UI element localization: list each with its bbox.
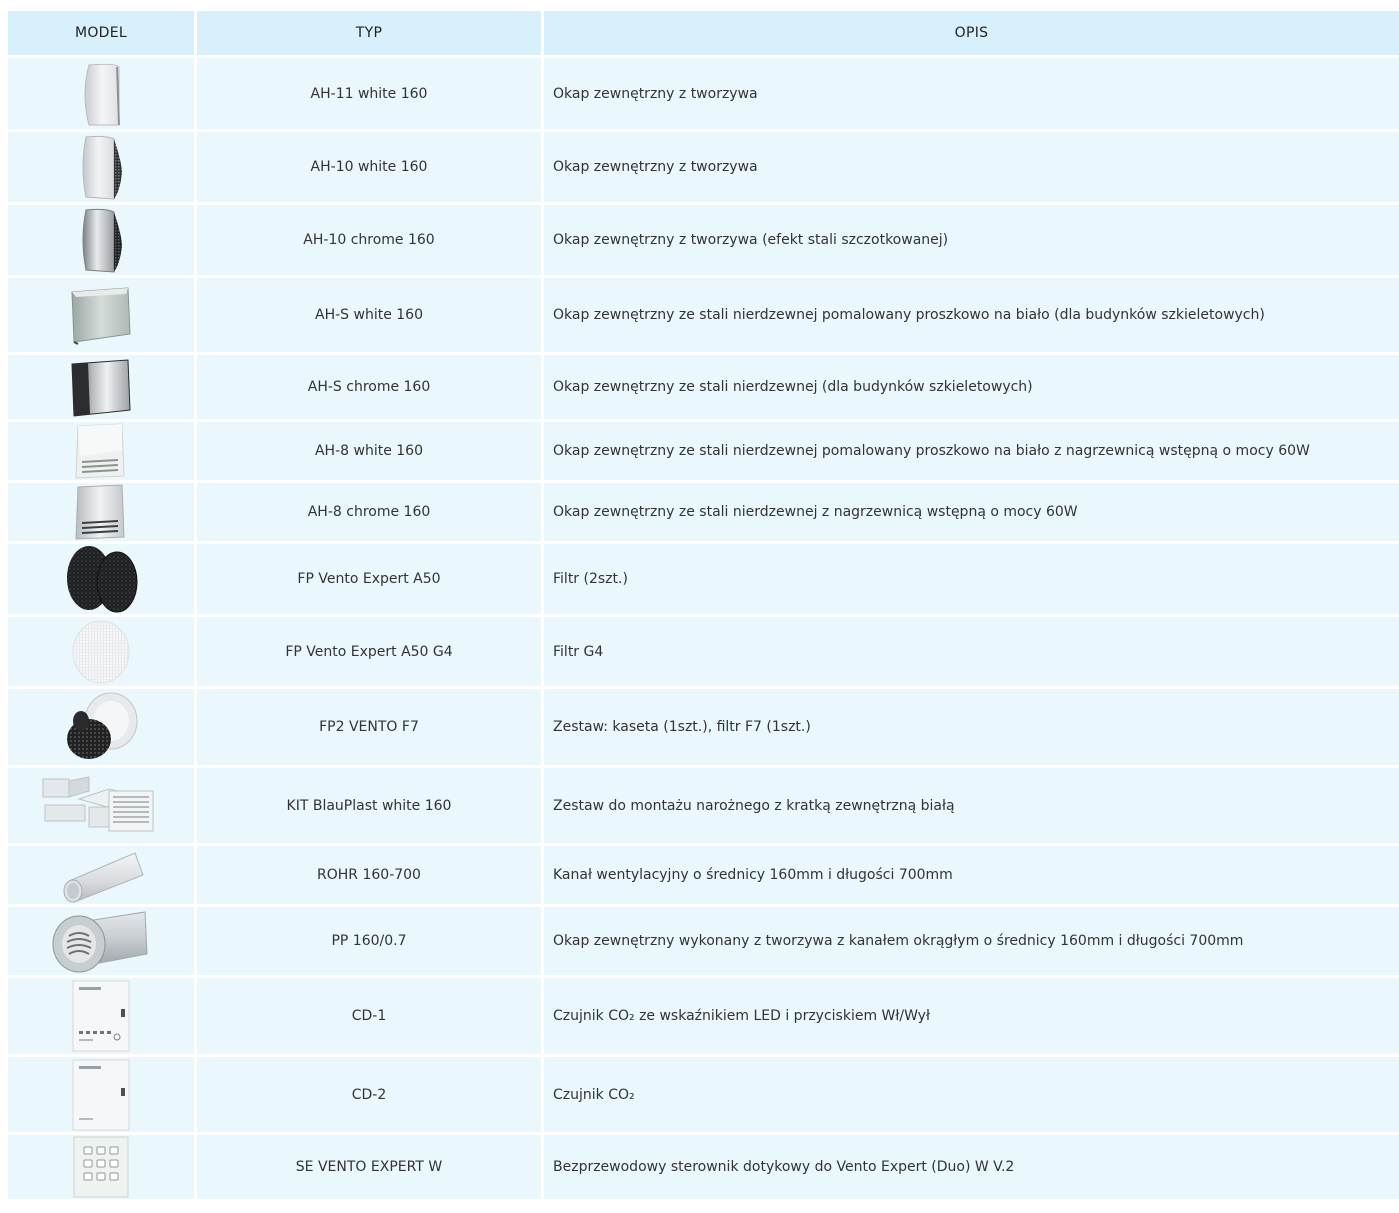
typ-cell: AH-S white 160 xyxy=(197,275,544,352)
model-cell xyxy=(8,419,197,480)
model-cell xyxy=(8,55,197,129)
table-row: AH-8 white 160 Okap zewnętrzny ze stali … xyxy=(8,419,1399,480)
table-row: AH-10 white 160 Okap zewnętrzny z tworzy… xyxy=(8,129,1399,202)
opis-cell: Kanał wentylacyjny o średnicy 160mm i dł… xyxy=(544,843,1399,904)
hood-louvre-white-image xyxy=(72,422,130,480)
table-row: FP Vento Expert A50 G4 Filtr G4 xyxy=(8,614,1399,686)
table-row: AH-S white 160 Okap zewnętrzny ze stali … xyxy=(8,275,1399,352)
opis-cell: Okap zewnętrzny z tworzywa xyxy=(544,129,1399,202)
typ-cell: FP2 VENTO F7 xyxy=(197,686,544,765)
table-row: CD-2 Czujnik CO₂ xyxy=(8,1054,1399,1132)
hood-curved-grille-chrome-image xyxy=(76,206,126,274)
opis-cell: Okap zewnętrzny z tworzywa xyxy=(544,55,1399,129)
table-row: KIT BlauPlast white 160 Zestaw do montaż… xyxy=(8,765,1399,843)
model-cell xyxy=(8,1054,197,1132)
filter-disc-white-image xyxy=(70,619,132,685)
table-row: FP Vento Expert A50 Filtr (2szt.) xyxy=(8,541,1399,614)
opis-cell: Czujnik CO₂ ze wskaźnikiem LED i przycis… xyxy=(544,975,1399,1054)
opis-cell: Filtr (2szt.) xyxy=(544,541,1399,614)
model-cell xyxy=(8,275,197,352)
typ-cell: CD-2 xyxy=(197,1054,544,1132)
typ-cell: AH-8 chrome 160 xyxy=(197,480,544,541)
typ-cell: SE VENTO EXPERT W xyxy=(197,1132,544,1199)
model-cell xyxy=(8,202,197,275)
table-row: AH-11 white 160 Okap zewnętrzny z tworzy… xyxy=(8,55,1399,129)
table-row: SE VENTO EXPERT W Bezprzewodowy sterowni… xyxy=(8,1132,1399,1199)
opis-cell: Okap zewnętrzny ze stali nierdzewnej pom… xyxy=(544,275,1399,352)
opis-cell: Czujnik CO₂ xyxy=(544,1054,1399,1132)
model-cell xyxy=(8,904,197,975)
filter-pads-black-image xyxy=(61,544,141,614)
typ-cell: AH-8 white 160 xyxy=(197,419,544,480)
model-cell xyxy=(8,352,197,419)
co2-sensor-image xyxy=(69,1058,133,1132)
opis-cell: Okap zewnętrzny ze stali nierdzewnej z n… xyxy=(544,480,1399,541)
opis-cell: Zestaw: kaseta (1szt.), filtr F7 (1szt.) xyxy=(544,686,1399,765)
co2-sensor-led-image xyxy=(69,979,133,1053)
hood-curved-grille-white-image xyxy=(76,133,126,201)
hood-curved-white-image xyxy=(77,61,125,127)
model-cell xyxy=(8,686,197,765)
table-row: AH-10 chrome 160 Okap zewnętrzny z tworz… xyxy=(8,202,1399,275)
table-row: PP 160/0.7 Okap zewnętrzny wykonany z tw… xyxy=(8,904,1399,975)
opis-cell: Okap zewnętrzny wykonany z tworzywa z ka… xyxy=(544,904,1399,975)
typ-cell: AH-S chrome 160 xyxy=(197,352,544,419)
typ-cell: PP 160/0.7 xyxy=(197,904,544,975)
model-cell xyxy=(8,541,197,614)
opis-cell: Filtr G4 xyxy=(544,614,1399,686)
round-duct-image xyxy=(55,847,147,903)
header-opis: OPIS xyxy=(544,11,1399,55)
opis-cell: Zestaw do montażu narożnego z kratką zew… xyxy=(544,765,1399,843)
opis-cell: Bezprzewodowy sterownik dotykowy do Vent… xyxy=(544,1132,1399,1199)
accessories-table-container: MODEL TYP OPIS AH-11 white 160 Okap zewn… xyxy=(8,11,1399,1199)
hood-louvre-chrome-image xyxy=(72,483,130,541)
typ-cell: AH-10 white 160 xyxy=(197,129,544,202)
table-header-row: MODEL TYP OPIS xyxy=(8,11,1399,55)
model-cell xyxy=(8,129,197,202)
model-cell xyxy=(8,1132,197,1199)
opis-cell: Okap zewnętrzny ze stali nierdzewnej pom… xyxy=(544,419,1399,480)
table-row: AH-S chrome 160 Okap zewnętrzny ze stali… xyxy=(8,352,1399,419)
typ-cell: AH-10 chrome 160 xyxy=(197,202,544,275)
model-cell xyxy=(8,480,197,541)
opis-cell: Okap zewnętrzny ze stali nierdzewnej (dl… xyxy=(544,352,1399,419)
typ-cell: ROHR 160-700 xyxy=(197,843,544,904)
typ-cell: FP Vento Expert A50 G4 xyxy=(197,614,544,686)
model-cell xyxy=(8,975,197,1054)
typ-cell: AH-11 white 160 xyxy=(197,55,544,129)
typ-cell: KIT BlauPlast white 160 xyxy=(197,765,544,843)
filter-cassette-image xyxy=(61,691,141,763)
hood-with-duct-image xyxy=(51,908,151,974)
model-cell xyxy=(8,843,197,904)
hood-box-chrome-image xyxy=(68,356,134,418)
model-cell xyxy=(8,614,197,686)
corner-mount-kit-image xyxy=(39,771,163,841)
opis-cell: Okap zewnętrzny z tworzywa (efekt stali … xyxy=(544,202,1399,275)
header-model: MODEL xyxy=(8,11,197,55)
typ-cell: CD-1 xyxy=(197,975,544,1054)
model-cell xyxy=(8,765,197,843)
table-row: AH-8 chrome 160 Okap zewnętrzny ze stali… xyxy=(8,480,1399,541)
table-row: FP2 VENTO F7 Zestaw: kaseta (1szt.), fil… xyxy=(8,686,1399,765)
header-typ: TYP xyxy=(197,11,544,55)
table-row: CD-1 Czujnik CO₂ ze wskaźnikiem LED i pr… xyxy=(8,975,1399,1054)
hood-box-white-image xyxy=(66,284,136,346)
touch-controller-image xyxy=(70,1135,132,1199)
accessories-table: MODEL TYP OPIS AH-11 white 160 Okap zewn… xyxy=(8,11,1399,1199)
table-row: ROHR 160-700 Kanał wentylacyjny o średni… xyxy=(8,843,1399,904)
typ-cell: FP Vento Expert A50 xyxy=(197,541,544,614)
